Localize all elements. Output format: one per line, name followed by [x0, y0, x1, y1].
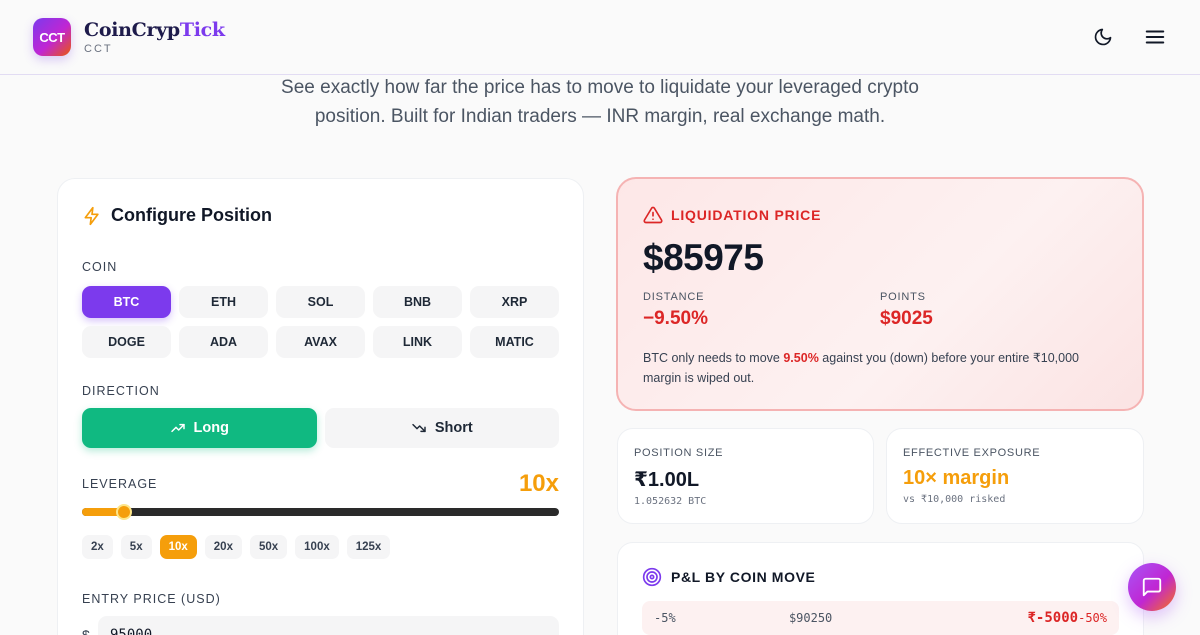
leverage-chip-5x[interactable]: 5x: [120, 535, 152, 559]
exposure-label: EFFECTIVE EXPOSURE: [903, 447, 1041, 459]
pnl-amount: ₹-5000: [1027, 610, 1079, 626]
hero-subtitle-line-2: position. Built for Indian traders — INR…: [314, 106, 886, 127]
position-size-value: ₹1.00L: [634, 469, 700, 491]
configure-position-card: Configure Position COIN BTC ETH SOL BNB XRP D…: [57, 178, 584, 635]
top-header: CCT CoinCrypTick CCT: [0, 0, 1200, 75]
brand-subtitle: CCT: [84, 43, 113, 55]
leverage-value: 10x: [518, 470, 559, 497]
chat-button[interactable]: [1128, 563, 1176, 611]
leverage-presets: 2x 5x 10x 20x 50x 100x 125x: [82, 535, 559, 559]
coin-selector: BTC ETH SOL BNB XRP DOGE ADA AVAX LINK MATIC: [82, 286, 559, 358]
header-actions: [1091, 25, 1167, 49]
leverage-header: LEVERAGE 10x: [82, 470, 559, 498]
position-size-sub: 1.052632 BTC: [634, 496, 707, 507]
hero-subtitle: See exactly how far the price has to mov…: [0, 73, 1200, 131]
liquidation-title: LIQUIDATION PRICE: [643, 205, 1117, 225]
liquidation-title-text: LIQUIDATION PRICE: [671, 207, 822, 223]
warning-triangle-icon: [643, 206, 663, 224]
leverage-slider[interactable]: [82, 504, 559, 520]
leverage-chip-2x[interactable]: 2x: [82, 535, 113, 559]
exposure-value: 10× margin: [903, 467, 1010, 489]
distance-label: DISTANCE: [643, 291, 705, 303]
short-label: Short: [434, 420, 473, 436]
coin-button-xrp[interactable]: XRP: [470, 286, 559, 318]
leverage-chip-20x[interactable]: 20x: [204, 535, 242, 559]
chat-bubble-icon: [1142, 577, 1162, 597]
trending-up-icon: [170, 423, 185, 433]
liquidation-stats: DISTANCE −9.50% POINTS $9025: [643, 291, 1117, 330]
theme-toggle-button[interactable]: [1091, 25, 1115, 49]
card-title-text: Configure Position: [111, 205, 272, 225]
points-value: $9025: [880, 308, 933, 329]
distance-stat: DISTANCE −9.50%: [643, 291, 880, 330]
lightning-icon: [84, 206, 99, 225]
brand-name-main: CoinCryp: [84, 19, 180, 41]
brand-name: CoinCrypTick: [84, 19, 225, 41]
coin-button-avax[interactable]: AVAX: [276, 326, 365, 358]
leverage-chip-125x[interactable]: 125x: [346, 535, 391, 559]
entry-price-input[interactable]: [98, 616, 559, 635]
target-icon: [642, 567, 662, 587]
leverage-chip-50x[interactable]: 50x: [249, 535, 288, 559]
position-size-label: POSITION SIZE: [634, 447, 724, 459]
leverage-label: LEVERAGE: [82, 477, 158, 491]
long-button[interactable]: Long: [82, 408, 317, 448]
entry-price-row: $: [82, 616, 559, 635]
pnl-row: -5% $90250 ₹-5000 -50%: [642, 601, 1119, 635]
configure-position-title: Configure Position: [82, 205, 559, 226]
liquidation-price-value: $85975: [643, 237, 764, 278]
liquidation-price-card: LIQUIDATION PRICE $85975 DISTANCE −9.50%…: [616, 177, 1144, 411]
coin-label: COIN: [82, 260, 118, 274]
dollar-prefix: $: [82, 627, 90, 635]
coin-button-doge[interactable]: DOGE: [82, 326, 171, 358]
effective-exposure-card: EFFECTIVE EXPOSURE 10× margin vs ₹10,000…: [886, 428, 1144, 524]
points-stat: POINTS $9025: [880, 291, 1117, 330]
liquidation-note: BTC only needs to move 9.50% against you…: [643, 348, 1103, 388]
trending-down-icon: [412, 423, 426, 433]
hero-subtitle-line-1: See exactly how far the price has to mov…: [281, 77, 919, 98]
long-label: Long: [193, 420, 229, 436]
leverage-chip-10x[interactable]: 10x: [159, 535, 197, 559]
direction-selector: Long Short: [82, 408, 559, 448]
coin-button-ada[interactable]: ADA: [179, 326, 268, 358]
note-pre: BTC only needs to move: [643, 351, 784, 365]
leverage-slider-thumb[interactable]: [116, 504, 133, 520]
logo-badge[interactable]: CCT: [33, 18, 71, 56]
menu-button[interactable]: [1143, 25, 1167, 49]
pnl-title: P&L BY COIN MOVE: [642, 567, 1119, 587]
exposure-sub: vs ₹10,000 risked: [903, 494, 1006, 505]
direction-label: DIRECTION: [82, 384, 160, 398]
entry-price-label: ENTRY PRICE (USD): [82, 592, 221, 606]
coin-button-eth[interactable]: ETH: [179, 286, 268, 318]
moon-icon: [1094, 28, 1112, 46]
pnl-card: P&L BY COIN MOVE -5% $90250 ₹-5000 -50%: [617, 542, 1144, 635]
coin-button-bnb[interactable]: BNB: [373, 286, 462, 318]
brand-name-accent: Tick: [179, 19, 225, 41]
coin-button-sol[interactable]: SOL: [276, 286, 365, 318]
pnl-move: -5%: [654, 611, 676, 625]
position-size-card: POSITION SIZE ₹1.00L 1.052632 BTC: [617, 428, 874, 524]
logo-text: CCT: [39, 29, 65, 45]
pnl-pct: -50%: [1078, 611, 1107, 625]
points-label: POINTS: [880, 291, 926, 303]
coin-button-btc[interactable]: BTC: [82, 286, 171, 318]
pnl-price: $90250: [788, 611, 833, 625]
brand[interactable]: CoinCrypTick CCT: [84, 19, 225, 55]
pnl-title-text: P&L BY COIN MOVE: [671, 569, 816, 585]
hamburger-menu-icon: [1145, 30, 1165, 44]
pnl-rows: -5% $90250 ₹-5000 -50%: [642, 601, 1119, 635]
short-button[interactable]: Short: [324, 408, 559, 448]
leverage-chip-100x[interactable]: 100x: [295, 535, 339, 559]
distance-value: −9.50%: [643, 308, 708, 329]
coin-button-matic[interactable]: MATIC: [470, 326, 559, 358]
coin-button-link[interactable]: LINK: [373, 326, 462, 358]
note-highlight: 9.50%: [783, 351, 819, 365]
